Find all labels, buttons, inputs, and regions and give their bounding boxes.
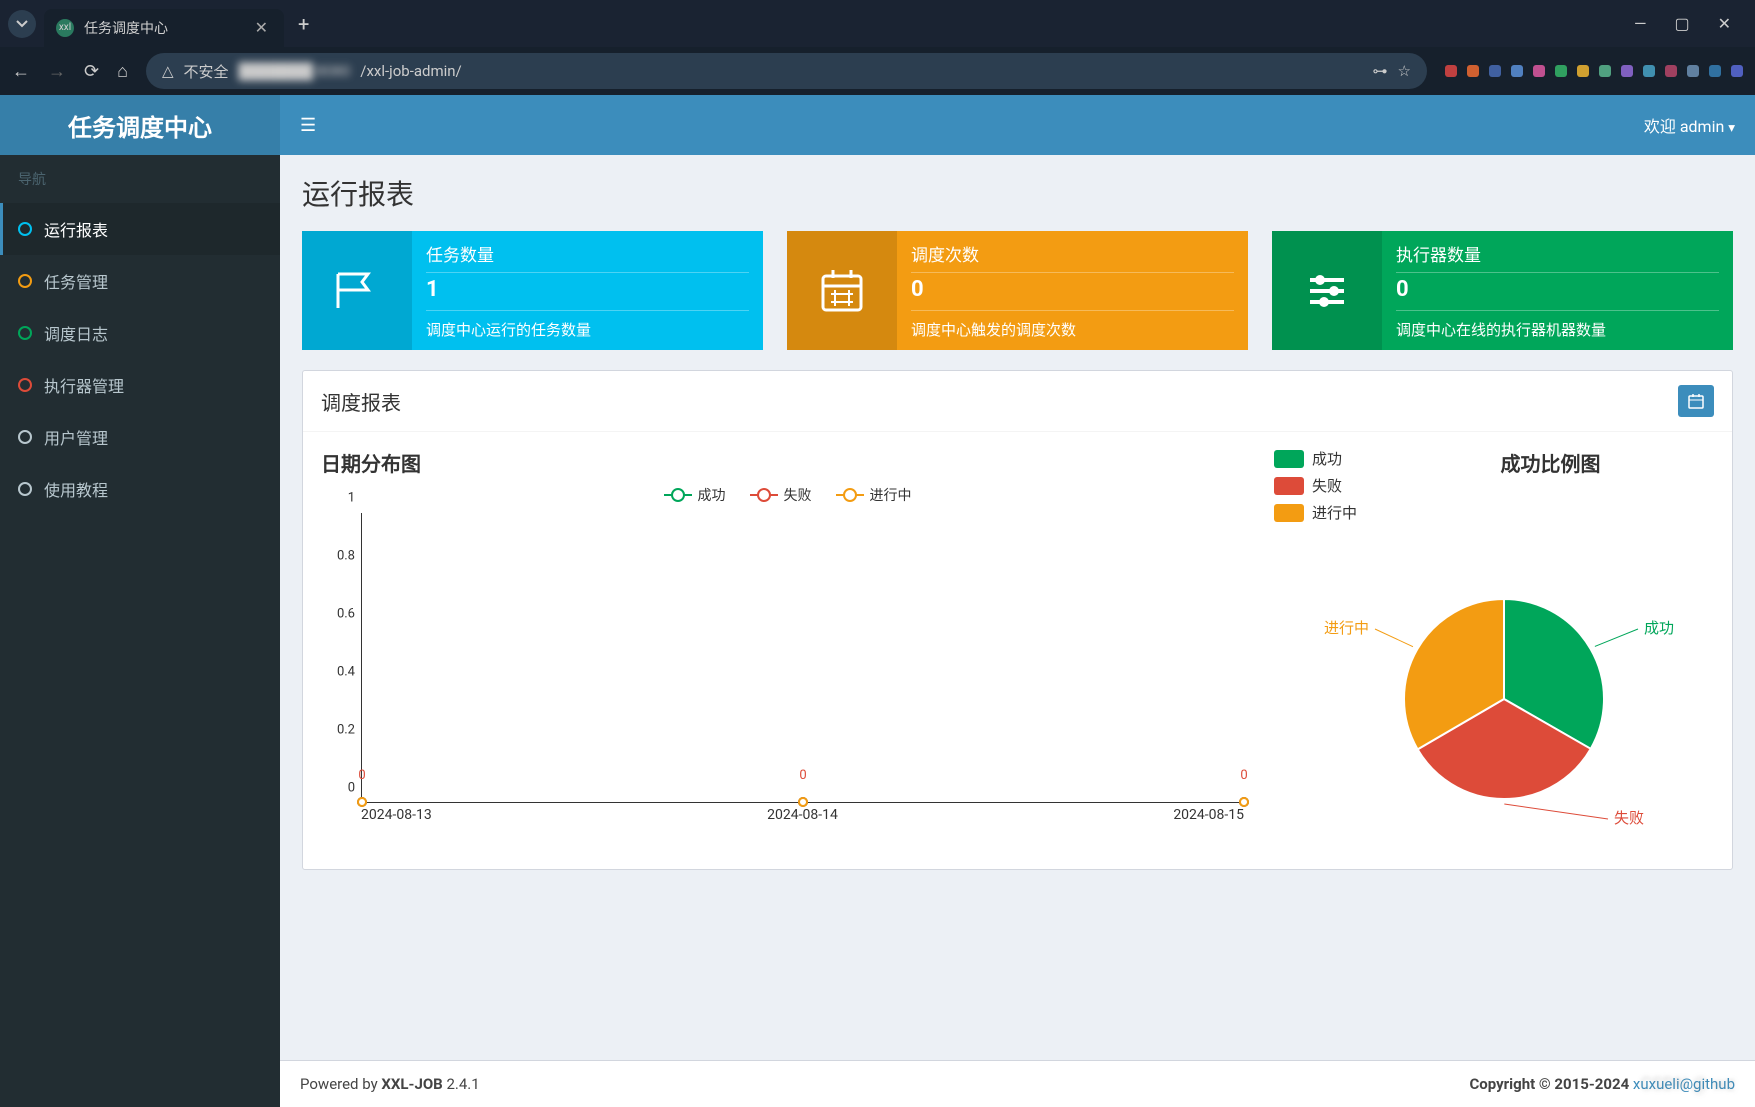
svg-text:成功: 成功 xyxy=(1644,619,1674,637)
nav-item-4[interactable]: 用户管理 xyxy=(0,411,280,463)
extension-icon[interactable] xyxy=(1621,65,1633,77)
line-chart: 00.20.40.60.81 000 2024-08-132024-08-142… xyxy=(321,513,1254,833)
pie-chart-title: 成功比例图 xyxy=(1387,448,1714,477)
nav-label: 任务管理 xyxy=(44,269,108,293)
tab-dropdown-button[interactable] xyxy=(8,10,36,38)
nav-circle-icon xyxy=(18,274,32,288)
back-button[interactable]: ← xyxy=(12,61,30,82)
extension-icon[interactable] xyxy=(1511,65,1523,77)
pie-legend-fail[interactable]: 失败 xyxy=(1274,475,1357,496)
extension-icon[interactable] xyxy=(1489,65,1501,77)
nav-circle-icon xyxy=(18,326,32,340)
insecure-icon: △ xyxy=(162,62,174,80)
nav-header: 导航 xyxy=(0,155,280,203)
svg-text:失败: 失败 xyxy=(1614,809,1644,827)
security-label: 不安全 xyxy=(184,61,229,82)
stat-icon xyxy=(1272,231,1382,350)
logo[interactable]: 任务调度中心 xyxy=(0,95,280,155)
pie-legend-running[interactable]: 进行中 xyxy=(1274,502,1357,523)
extension-icon[interactable] xyxy=(1533,65,1545,77)
nav-item-3[interactable]: 执行器管理 xyxy=(0,359,280,411)
line-chart-legend: .leg-mark[style*='00a65a']::after{border… xyxy=(321,485,1254,505)
stat-desc: 调度中心在线的执行器机器数量 xyxy=(1396,311,1719,340)
nav-label: 使用教程 xyxy=(44,477,108,501)
extensions-row xyxy=(1445,65,1743,77)
url-host: ███████:8080 xyxy=(239,62,351,80)
nav-item-5[interactable]: 使用教程 xyxy=(0,463,280,515)
window-controls: — ▢ ✕ xyxy=(1618,14,1747,33)
nav-item-1[interactable]: 任务管理 xyxy=(0,255,280,307)
extension-icon[interactable] xyxy=(1731,65,1743,77)
url-path: /xxl-job-admin/ xyxy=(360,62,461,80)
stat-label: 执行器数量 xyxy=(1396,241,1719,273)
minimize-button[interactable]: — xyxy=(1634,14,1647,33)
nav-circle-icon xyxy=(18,378,32,392)
stat-label: 调度次数 xyxy=(911,241,1234,273)
nav-label: 调度日志 xyxy=(44,321,108,345)
extension-icon[interactable] xyxy=(1643,65,1655,77)
nav-item-0[interactable]: 运行报表 xyxy=(0,203,280,255)
stat-icon xyxy=(787,231,897,350)
stat-box-0[interactable]: 任务数量1调度中心运行的任务数量 xyxy=(302,231,763,350)
new-tab-button[interactable]: + xyxy=(298,12,309,36)
page-title: 运行报表 xyxy=(302,173,1733,213)
reload-button[interactable]: ⟳ xyxy=(84,61,99,82)
footer: Powered by XXL-JOB 2.4.1 Copyright © 201… xyxy=(280,1060,1755,1107)
legend-success[interactable]: .leg-mark[style*='00a65a']::after{border… xyxy=(664,485,726,505)
pie-chart-legend: 成功 失败 进行中 xyxy=(1274,448,1357,529)
nav-circle-icon xyxy=(18,222,32,236)
extension-icon[interactable] xyxy=(1709,65,1721,77)
extension-icon[interactable] xyxy=(1665,65,1677,77)
extension-icon[interactable] xyxy=(1445,65,1457,77)
home-button[interactable]: ⌂ xyxy=(117,61,128,82)
tab-favicon-icon: xxl xyxy=(56,19,74,37)
bookmark-icon[interactable]: ☆ xyxy=(1398,62,1411,80)
url-input[interactable]: △ 不安全 ███████:8080 /xxl-job-admin/ ⊶ ☆ xyxy=(146,53,1427,89)
close-button[interactable]: ✕ xyxy=(1718,14,1731,33)
date-range-button[interactable] xyxy=(1678,385,1714,417)
stat-icon xyxy=(302,231,412,350)
nav-label: 执行器管理 xyxy=(44,373,124,397)
extension-icon[interactable] xyxy=(1577,65,1589,77)
nav-label: 运行报表 xyxy=(44,217,108,241)
nav-circle-icon xyxy=(18,430,32,444)
stat-box-2[interactable]: 执行器数量0调度中心在线的执行器机器数量 xyxy=(1272,231,1733,350)
panel-title: 调度报表 xyxy=(321,387,401,416)
nav-circle-icon xyxy=(18,482,32,496)
tab-close-button[interactable]: ✕ xyxy=(251,18,272,37)
stat-box-1[interactable]: 调度次数0调度中心触发的调度次数 xyxy=(787,231,1248,350)
github-link[interactable]: xuxueli@github xyxy=(1633,1075,1735,1093)
browser-tab[interactable]: xxl 任务调度中心 ✕ xyxy=(44,9,284,47)
stat-desc: 调度中心触发的调度次数 xyxy=(911,311,1234,340)
line-chart-title: 日期分布图 xyxy=(321,448,1254,477)
browser-address-bar: ← → ⟳ ⌂ △ 不安全 ███████:8080 /xxl-job-admi… xyxy=(0,47,1755,95)
stat-value: 0 xyxy=(911,273,1234,311)
stat-value: 0 xyxy=(1396,273,1719,311)
nav-item-2[interactable]: 调度日志 xyxy=(0,307,280,359)
stat-desc: 调度中心运行的任务数量 xyxy=(426,311,749,340)
svg-text:进行中: 进行中 xyxy=(1324,619,1369,637)
forward-button[interactable]: → xyxy=(48,61,66,82)
pie-legend-success[interactable]: 成功 xyxy=(1274,448,1357,469)
pie-chart: 成功失败 进行中 xyxy=(1274,569,1714,849)
legend-running[interactable]: .leg-mark[style*='f39c12']::after{border… xyxy=(836,485,912,505)
welcome-user[interactable]: 欢迎 admin ▾ xyxy=(1644,113,1735,137)
sidebar: 任务调度中心 导航 运行报表任务管理调度日志执行器管理用户管理使用教程 xyxy=(0,95,280,1107)
extension-icon[interactable] xyxy=(1555,65,1567,77)
menu-toggle-button[interactable]: ☰ xyxy=(300,115,316,136)
browser-tab-strip: xxl 任务调度中心 ✕ + — ▢ ✕ xyxy=(0,0,1755,47)
extension-icon[interactable] xyxy=(1599,65,1611,77)
nav-label: 用户管理 xyxy=(44,425,108,449)
extension-icon[interactable] xyxy=(1467,65,1479,77)
maximize-button[interactable]: ▢ xyxy=(1674,14,1689,33)
stat-label: 任务数量 xyxy=(426,241,749,273)
key-icon[interactable]: ⊶ xyxy=(1373,62,1388,80)
legend-fail[interactable]: .leg-mark[style*='dd4b39']::after{border… xyxy=(750,485,812,505)
topbar: ☰ 欢迎 admin ▾ xyxy=(280,95,1755,155)
report-panel: 调度报表 日期分布图 .leg-mark[style*='00a65a']::a… xyxy=(302,370,1733,870)
extension-icon[interactable] xyxy=(1687,65,1699,77)
tab-title: 任务调度中心 xyxy=(84,18,168,38)
stat-value: 1 xyxy=(426,273,749,311)
